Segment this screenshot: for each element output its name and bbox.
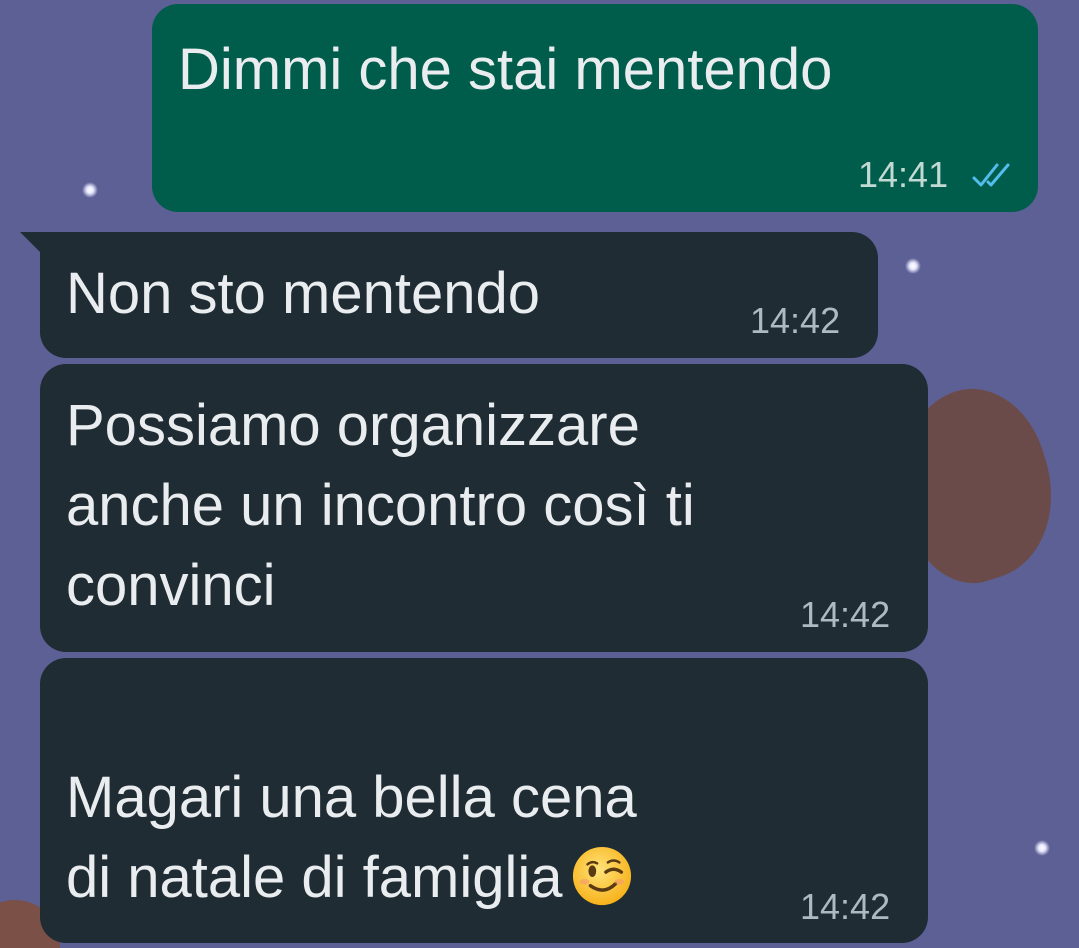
double-check-icon <box>972 163 1010 187</box>
wallpaper-star <box>905 258 921 274</box>
message-time: 14:41 <box>858 154 949 195</box>
message-bubble-incoming[interactable]: Possiamo organizzare anche un incontro c… <box>40 364 928 652</box>
wallpaper-star <box>1034 840 1050 856</box>
message-time: 14:42 <box>750 300 841 341</box>
message-bubble-incoming[interactable]: Non sto mentendo 14:42 <box>40 232 878 358</box>
message-time: 14:42 <box>800 886 891 927</box>
message-text-content: Magari una bella cena di natale di famig… <box>66 765 637 910</box>
message-text: Non sto mentendo <box>66 261 540 326</box>
message-bubble-outgoing[interactable]: Dimmi che stai mentendo 14:41 <box>152 4 1038 212</box>
message-time: 14:42 <box>800 594 891 635</box>
message-bubble-incoming[interactable]: Magari una bella cena di natale di famig… <box>40 658 928 943</box>
winking-face-emoji <box>572 846 631 906</box>
wallpaper-star <box>82 182 98 198</box>
message-text: Dimmi che stai mentendo <box>178 37 833 102</box>
message-text: Magari una bella cena di natale di famig… <box>66 678 637 918</box>
message-text: Possiamo organizzare anche un incontro c… <box>66 393 695 618</box>
